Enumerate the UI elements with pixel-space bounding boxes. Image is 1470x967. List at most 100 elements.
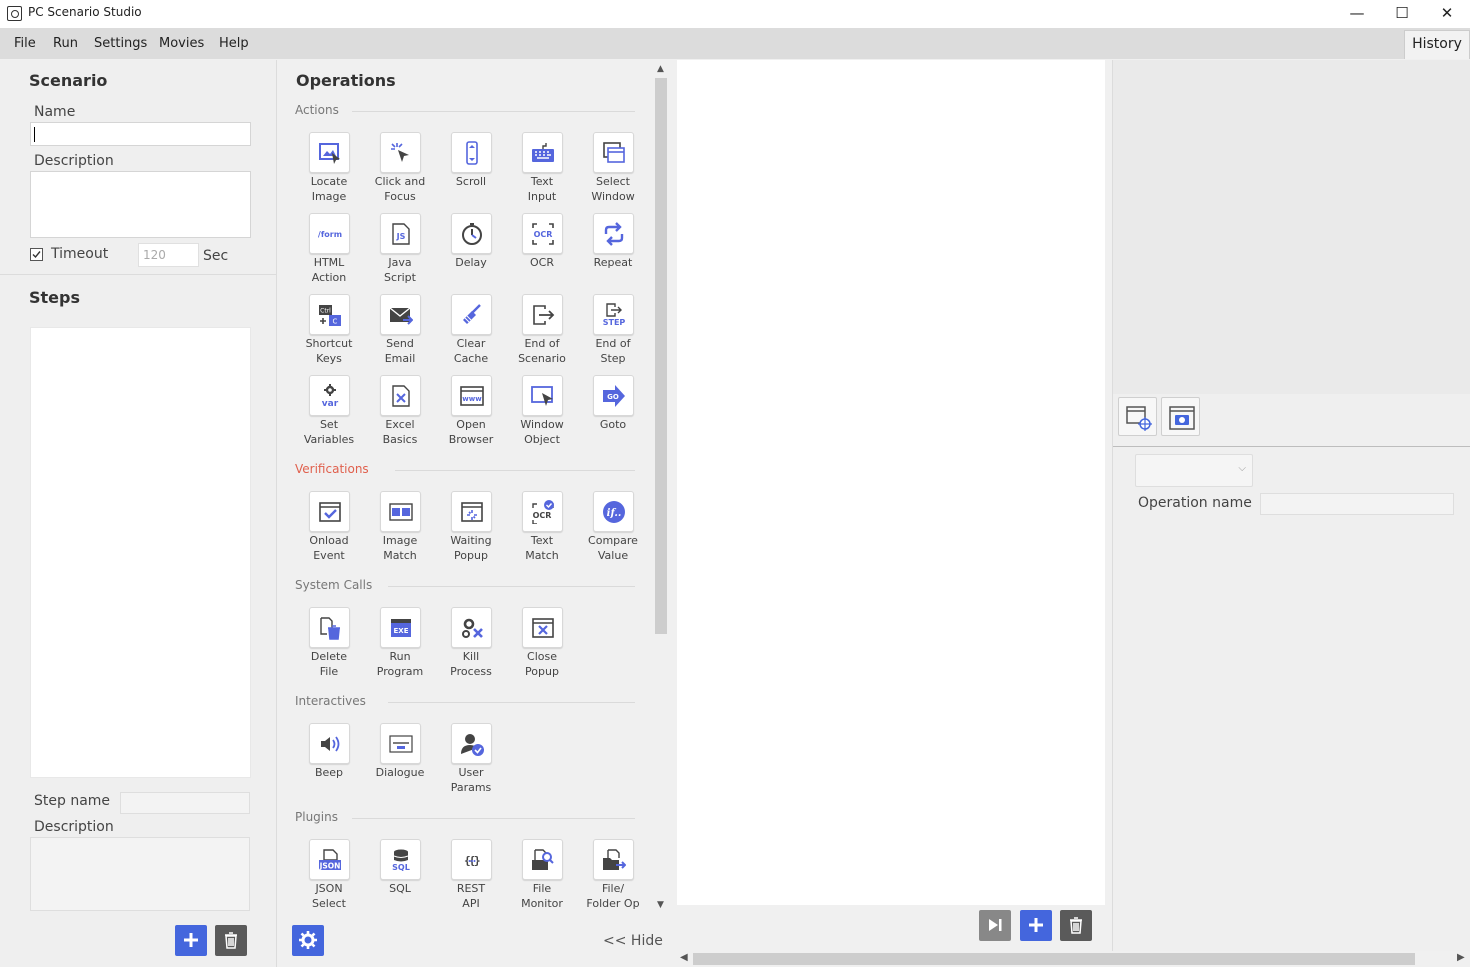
maximize-button[interactable]: ☐ <box>1379 0 1425 28</box>
operation-sql[interactable]: SQL SQL <box>367 839 433 917</box>
timeout-input[interactable]: 120 <box>138 243 199 267</box>
operation-set-variables[interactable]: var Set Variables <box>296 375 362 453</box>
operation-beep[interactable]: Beep <box>296 723 362 801</box>
operation-ocr[interactable]: OCR OCR <box>509 213 575 291</box>
divider <box>1113 446 1470 447</box>
waiting-popup-icon <box>451 491 492 532</box>
operation-repeat[interactable]: Repeat <box>580 213 646 291</box>
operation-dialogue[interactable]: Dialogue <box>367 723 433 801</box>
operation-user-params[interactable]: User Params <box>438 723 504 801</box>
operation-file-folder-op[interactable]: File/ Folder Op <box>580 839 646 917</box>
step-description-input[interactable] <box>30 837 250 911</box>
operation-label: Delete File <box>310 650 348 678</box>
timeout-checkbox[interactable] <box>30 248 43 261</box>
step-name-input[interactable] <box>120 792 250 814</box>
menu-help[interactable]: Help <box>219 36 249 51</box>
menu-run[interactable]: Run <box>53 36 78 51</box>
scenario-description-input[interactable] <box>30 171 251 238</box>
scroll-down-icon[interactable]: ▼ <box>657 900 664 910</box>
svg-text:OCR: OCR <box>533 511 552 520</box>
operation-click-and-focus[interactable]: Click and Focus <box>367 132 433 210</box>
operation-html-action[interactable]: </form> HTML Action <box>296 213 362 291</box>
operation-kill-process[interactable]: Kill Process <box>438 607 504 685</box>
operation-label: Select Window <box>591 175 635 203</box>
add-operation-button[interactable] <box>1020 910 1052 941</box>
operations-scroll-thumb[interactable] <box>655 78 667 634</box>
operation-json-select[interactable]: JSON JSON Select <box>296 839 362 917</box>
operation-run-program[interactable]: EXE Run Program <box>367 607 433 685</box>
delete-operation-button[interactable] <box>1060 910 1092 941</box>
operation-shortcut-keys[interactable]: Ctrl C Shortcut Keys <box>296 294 362 372</box>
menu-file[interactable]: File <box>14 36 36 51</box>
operation-goto[interactable]: GO Goto <box>580 375 646 453</box>
category-label-plugins: Plugins <box>295 810 338 824</box>
operation-image-match[interactable]: Image Match <box>367 491 433 569</box>
operation-label: Repeat <box>593 256 633 269</box>
kill-process-icon <box>451 607 492 648</box>
hide-operations-link[interactable]: << Hide <box>603 933 663 949</box>
operation-label: Excel Basics <box>382 418 418 446</box>
menu-movies[interactable]: Movies <box>159 36 204 51</box>
repeat-icon <box>593 213 634 254</box>
screenshot-button[interactable] <box>1161 397 1200 436</box>
steps-list[interactable] <box>30 327 251 778</box>
delete-step-button[interactable] <box>215 925 247 956</box>
operation-file-monitor[interactable]: File Monitor <box>509 839 575 917</box>
operation-select-window[interactable]: Select Window <box>580 132 646 210</box>
scroll-up-icon[interactable]: ▲ <box>657 64 664 74</box>
scenario-panel: Scenario Name Description Timeout 120 Se… <box>0 60 277 967</box>
category-label-actions: Actions <box>295 103 339 117</box>
history-tab[interactable]: History <box>1404 30 1470 59</box>
browser-www-icon: www <box>451 375 492 416</box>
operation-clear-cache[interactable]: Clear Cache <box>438 294 504 372</box>
operation-end-of-scenario[interactable]: End of Scenario <box>509 294 575 372</box>
add-step-button[interactable] <box>175 925 207 956</box>
operation-label: Shortcut Keys <box>305 337 353 365</box>
operation-select[interactable]: ⌵ <box>1135 454 1253 487</box>
scenario-canvas[interactable] <box>677 60 1105 905</box>
operation-end-of-step[interactable]: STEP End of Step <box>580 294 646 372</box>
chevron-down-icon: ⌵ <box>1238 463 1246 474</box>
operation-text-match[interactable]: OCR Text Match <box>509 491 575 569</box>
canvas-toolbar <box>677 905 1111 950</box>
operation-open-browser[interactable]: www Open Browser <box>438 375 504 453</box>
operation-delete-file[interactable]: Delete File <box>296 607 362 685</box>
close-button[interactable]: ✕ <box>1424 0 1470 28</box>
menu-settings[interactable]: Settings <box>94 36 147 51</box>
operation-text-input[interactable]: Text Input <box>509 132 575 210</box>
capture-target-button[interactable] <box>1118 397 1157 436</box>
menu-bar: File Run Settings Movies Help <box>0 28 1470 59</box>
operation-label: Locate Image <box>310 175 348 203</box>
timeout-label: Timeout <box>51 246 109 262</box>
minimize-button[interactable]: — <box>1334 0 1380 28</box>
step-forward-button[interactable] <box>979 910 1011 941</box>
horizontal-scroll-thumb[interactable] <box>693 953 1415 965</box>
operation-rest-api[interactable]: {{}REST API <box>438 839 504 917</box>
operation-onload-event[interactable]: Onload Event <box>296 491 362 569</box>
operation-java-script[interactable]: JS Java Script <box>367 213 433 291</box>
operation-label: Send Email <box>384 337 416 365</box>
svg-text:www: www <box>462 395 482 403</box>
scroll-left-icon[interactable]: ◀ <box>680 952 688 963</box>
operation-waiting-popup[interactable]: Waiting Popup <box>438 491 504 569</box>
window-cursor-icon <box>522 375 563 416</box>
operation-label: Dialogue <box>375 766 425 779</box>
operation-excel-basics[interactable]: Excel Basics <box>367 375 433 453</box>
operation-locate-image[interactable]: Locate Image <box>296 132 362 210</box>
file-folder-op-icon <box>593 839 634 880</box>
svg-text:JS: JS <box>396 232 406 241</box>
step-description-label: Description <box>34 819 114 835</box>
operations-settings-button[interactable] <box>292 925 324 956</box>
scroll-right-icon[interactable]: ▶ <box>1457 952 1465 963</box>
operation-label: REST API <box>456 882 486 910</box>
scenario-name-input[interactable] <box>30 122 251 146</box>
operation-compare-value[interactable]: if.. Compare Value <box>580 491 646 569</box>
operation-send-email[interactable]: Send Email <box>367 294 433 372</box>
operation-delay[interactable]: Delay <box>438 213 504 291</box>
operation-window-object[interactable]: Window Object <box>509 375 575 453</box>
category-divider <box>388 702 635 703</box>
operation-name-input[interactable] <box>1260 493 1454 515</box>
operation-close-popup[interactable]: Close Popup <box>509 607 575 685</box>
stopwatch-icon <box>451 213 492 254</box>
operation-scroll[interactable]: Scroll <box>438 132 504 210</box>
